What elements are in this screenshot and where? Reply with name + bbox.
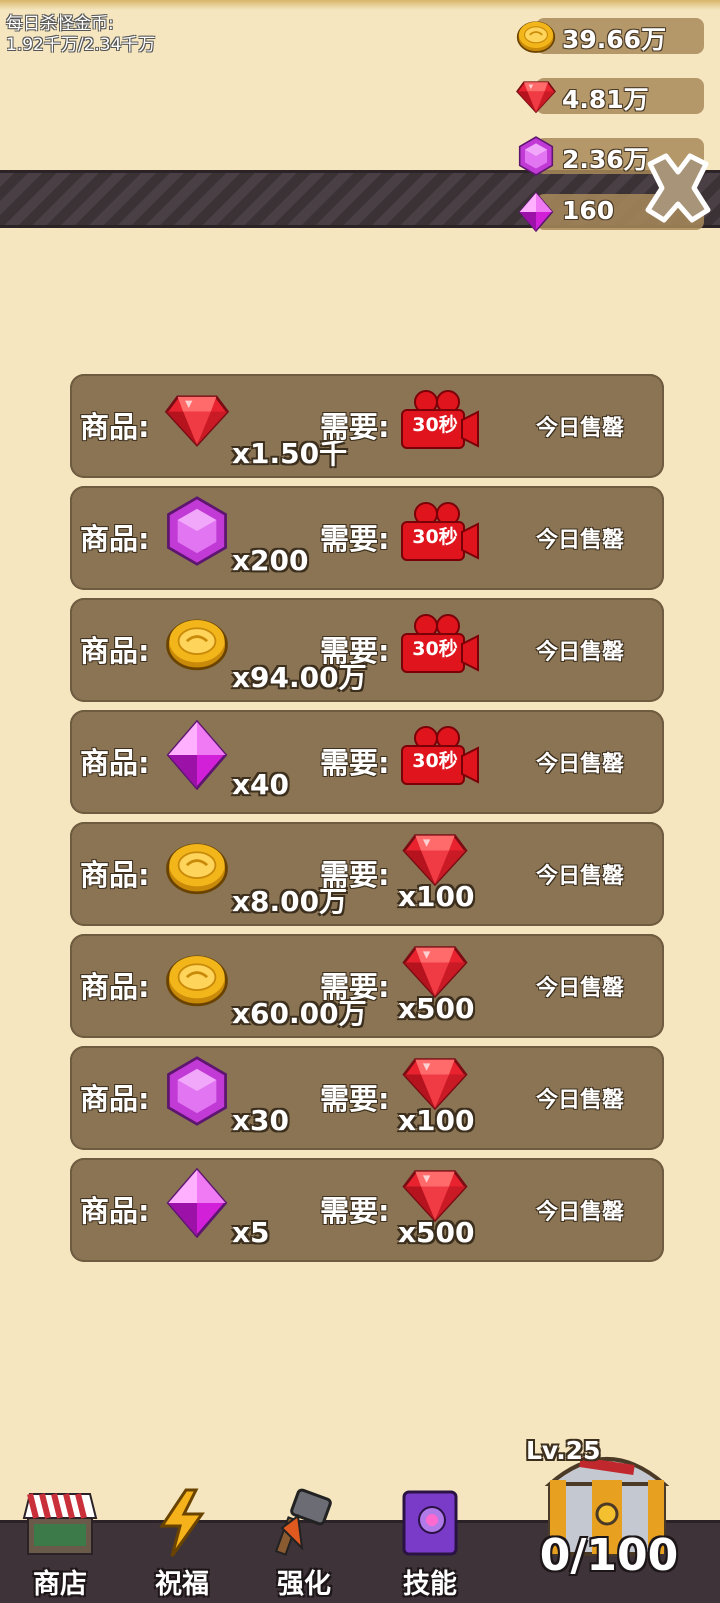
item-label: 商品: xyxy=(80,522,150,556)
amethyst-value: 2.36万 xyxy=(562,145,649,174)
item-quantity: x5 xyxy=(232,1216,270,1249)
nav-skills-label: 技能 xyxy=(403,1569,457,1600)
diamond-icon xyxy=(162,1168,232,1238)
shop-row[interactable]: 商品: x94.00万 需要: 30秒 今日售罄 xyxy=(70,598,664,702)
chest-progress-count: 0/100 xyxy=(539,1530,679,1581)
need-label: 需要: xyxy=(320,746,390,780)
cost-quantity: x100 xyxy=(398,880,475,913)
spellbook-icon xyxy=(402,1490,458,1556)
nav-skills-button[interactable]: 技能 xyxy=(378,1488,482,1600)
anvil-hammer-icon xyxy=(274,1488,332,1556)
sold-out-status: 今日售罄 xyxy=(535,640,624,665)
shop-row[interactable]: 商品: x5 需要: x500 今日售罄 xyxy=(70,1158,664,1262)
ruby-icon xyxy=(516,76,556,116)
gold-coin-icon xyxy=(516,16,556,56)
sold-out-status: 今日售罄 xyxy=(535,1088,624,1113)
need-label: 需要: xyxy=(320,858,390,892)
shop-list: 商品: x1.50千 需要: 30秒 今日售罄 商品: x200 需要: 30秒 今日售罄 商品: x… xyxy=(70,374,664,1270)
daily-kill-gold-value: 1.92千万/2.34千万 xyxy=(6,35,156,55)
cost-quantity: x500 xyxy=(398,1216,475,1249)
ruby-icon xyxy=(162,384,232,454)
gold-coin-icon xyxy=(162,608,232,678)
amethyst-icon xyxy=(162,1056,232,1126)
sold-out-status: 今日售罄 xyxy=(535,1200,624,1225)
sold-out-status: 今日售罄 xyxy=(535,416,624,441)
amethyst-icon xyxy=(162,496,232,566)
nav-upgrade-label: 强化 xyxy=(277,1569,331,1600)
item-quantity: x30 xyxy=(232,1104,290,1137)
item-label: 商品: xyxy=(80,410,150,444)
shop-row[interactable]: 商品: x1.50千 需要: 30秒 今日售罄 xyxy=(70,374,664,478)
close-icon[interactable] xyxy=(640,150,716,226)
video-duration: 30秒 xyxy=(412,750,458,772)
cost-quantity: x100 xyxy=(398,1104,475,1137)
need-label: 需要: xyxy=(320,1082,390,1116)
ruby-icon xyxy=(400,830,470,886)
shop-stall-icon xyxy=(22,1493,98,1555)
nav-shop-label: 商店 xyxy=(33,1569,87,1600)
sold-out-status: 今日售罄 xyxy=(535,752,624,777)
gold-coin-icon xyxy=(162,944,232,1014)
ruby-icon xyxy=(400,1166,470,1222)
sold-out-status: 今日售罄 xyxy=(535,976,624,1001)
item-label: 商品: xyxy=(80,1082,150,1116)
shop-row[interactable]: 商品: x200 需要: 30秒 今日售罄 xyxy=(70,486,664,590)
item-label: 商品: xyxy=(80,858,150,892)
shop-row[interactable]: 商品: x30 需要: x100 今日售罄 xyxy=(70,1046,664,1150)
shop-row[interactable]: 商品: x40 需要: 30秒 今日售罄 xyxy=(70,710,664,814)
daily-kill-gold: 每日杀怪金币: 1.92千万/2.34千万 xyxy=(6,14,155,56)
need-label: 需要: xyxy=(320,1194,390,1228)
ruby-icon xyxy=(400,942,470,998)
sold-out-status: 今日售罄 xyxy=(535,528,624,553)
need-label: 需要: xyxy=(320,634,390,668)
item-label: 商品: xyxy=(80,634,150,668)
gold-counter[interactable]: 39.66万 xyxy=(516,16,704,56)
ruby-value: 4.81万 xyxy=(562,85,649,114)
cost-quantity: x500 xyxy=(398,992,475,1025)
daily-kill-gold-label: 每日杀怪金币: xyxy=(6,14,114,34)
item-label: 商品: xyxy=(80,1194,150,1228)
need-label: 需要: xyxy=(320,522,390,556)
ruby-counter[interactable]: 4.81万 xyxy=(516,76,704,116)
diamond-value: 160 xyxy=(562,196,615,225)
item-quantity: x200 xyxy=(232,544,309,577)
lightning-icon xyxy=(159,1488,205,1557)
gold-value: 39.66万 xyxy=(562,25,667,54)
nav-shop-button[interactable]: 商店 xyxy=(8,1488,112,1600)
amethyst-icon xyxy=(516,136,556,176)
nav-upgrade-button[interactable]: 强化 xyxy=(252,1488,356,1600)
need-label: 需要: xyxy=(320,410,390,444)
nav-blessing-label: 祝福 xyxy=(155,1569,209,1600)
item-quantity: x40 xyxy=(232,768,290,801)
sold-out-status: 今日售罄 xyxy=(535,864,624,889)
video-duration: 30秒 xyxy=(412,526,458,548)
need-label: 需要: xyxy=(320,970,390,1004)
item-label: 商品: xyxy=(80,970,150,1004)
ruby-icon xyxy=(400,1054,470,1110)
shop-row[interactable]: 商品: x60.00万 需要: x500 今日售罄 xyxy=(70,934,664,1038)
item-label: 商品: xyxy=(80,746,150,780)
nav-blessing-button[interactable]: 祝福 xyxy=(130,1488,234,1600)
diamond-icon xyxy=(516,192,556,232)
diamond-icon xyxy=(162,720,232,790)
video-duration: 30秒 xyxy=(412,414,458,436)
top-strip xyxy=(0,0,720,10)
gold-coin-icon xyxy=(162,832,232,902)
video-duration: 30秒 xyxy=(412,638,458,660)
shop-row[interactable]: 商品: x8.00万 需要: x100 今日售罄 xyxy=(70,822,664,926)
chest-level: Lv.25 xyxy=(526,1436,601,1465)
